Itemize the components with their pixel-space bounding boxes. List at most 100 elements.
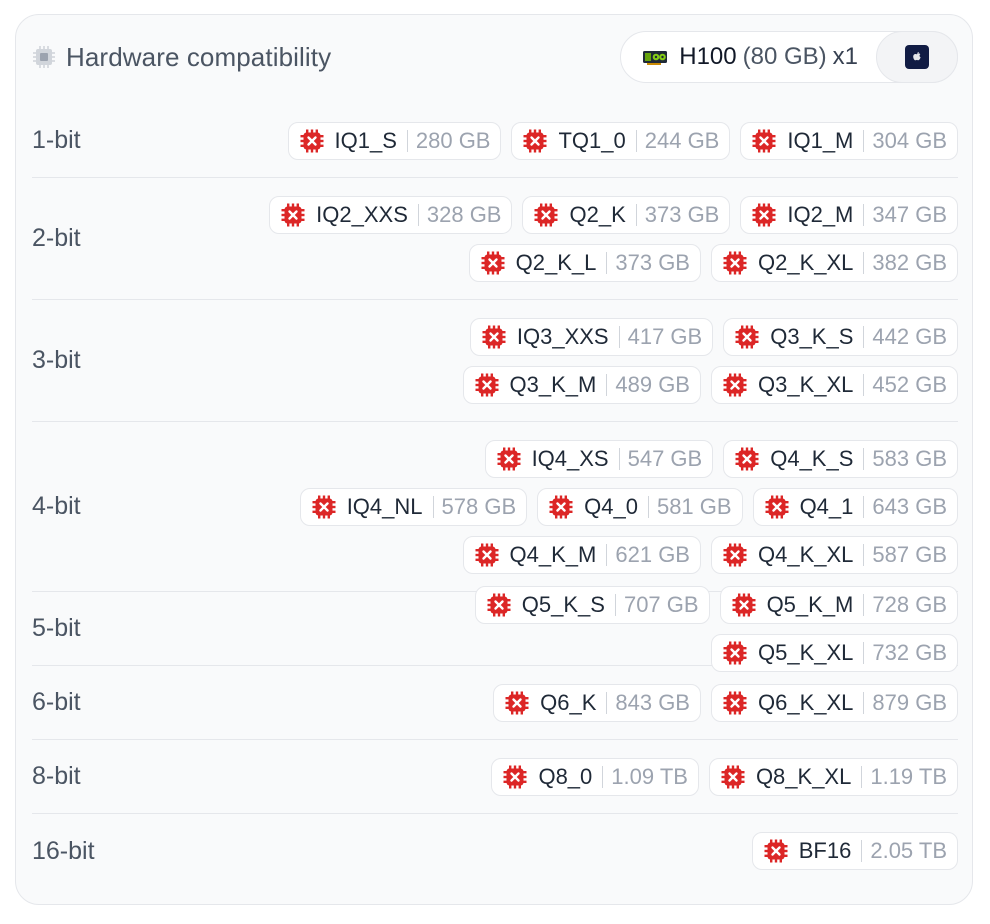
quant-badge[interactable]: IQ1_M 304 GB (740, 121, 958, 160)
incompatible-chip-icon (533, 202, 559, 228)
quant-name: IQ4_NL (346, 493, 423, 519)
quant-badge-list: Q8_0 1.09 TB Q8_K_XL 1.19 TB (491, 757, 958, 796)
quant-size: 643 GB (872, 493, 947, 519)
divider (861, 840, 863, 862)
incompatible-chip-icon (280, 202, 306, 228)
quant-size: 442 GB (872, 323, 947, 349)
quant-badge[interactable]: Q5_K_M 728 GB (719, 585, 958, 624)
divider (432, 495, 434, 518)
incompatible-chip-icon (720, 764, 746, 790)
quant-name: Q2_K_L (515, 249, 597, 275)
bit-label: 8-bit (32, 762, 81, 790)
divider (606, 691, 608, 714)
quant-badge[interactable]: Q8_0 1.09 TB (491, 757, 699, 796)
quant-badge[interactable]: Q4_0 581 GB (537, 487, 743, 526)
bit-label: 16-bit (32, 836, 95, 865)
incompatible-chip-icon (504, 690, 530, 716)
divider (863, 325, 865, 348)
title-group: Hardware compatibility (32, 42, 331, 73)
quant-size: 489 GB (615, 371, 690, 397)
quant-badge[interactable]: IQ4_NL 578 GB (299, 487, 528, 526)
quant-badge[interactable]: Q6_K 843 GB (493, 683, 701, 722)
quant-name: Q4_1 (799, 493, 854, 519)
quant-badge[interactable]: Q2_K_L 373 GB (468, 243, 701, 282)
quant-name: Q5_K_M (766, 591, 854, 617)
quant-name: IQ4_XS (531, 445, 609, 471)
card-title: Hardware compatibility (66, 41, 332, 72)
bit-label: 1-bit (32, 126, 81, 154)
incompatible-chip-icon (734, 446, 760, 472)
divider (406, 129, 408, 152)
quant-name: Q3_K_S (770, 323, 854, 349)
divider (863, 593, 865, 616)
bit-label: 2-bit (32, 224, 81, 252)
quant-size: 280 GB (415, 127, 491, 153)
quant-size: 373 GB (615, 249, 690, 275)
bit-label: 4-bit (32, 492, 81, 520)
quant-name: Q5_K_S (521, 591, 605, 617)
incompatible-chip-icon (722, 640, 748, 666)
quant-badge[interactable]: TQ1_0 244 GB (511, 121, 731, 160)
quant-badge[interactable]: Q4_1 643 GB (752, 487, 958, 526)
incompatible-chip-icon (763, 838, 789, 864)
quant-name: BF16 (798, 838, 852, 863)
divider (606, 543, 608, 566)
divider (861, 765, 863, 788)
quant-badge-list: Q5_K_S 707 GB Q5_K_M 728 GB Q5_K_XL 732 GB (258, 585, 958, 672)
incompatible-chip-icon (731, 592, 757, 618)
incompatible-chip-icon (548, 494, 574, 520)
quant-badge-list: IQ4_XS 547 GB Q4_K_S 583 GB IQ4_NL 578 GB Q4_0… (258, 439, 958, 574)
quant-badge-list: BF16 2.05 TB (751, 832, 958, 870)
apple-hardware-button[interactable] (876, 31, 958, 83)
quant-size: 2.05 TB (870, 838, 947, 863)
bit-row: 4-bit IQ4_XS 547 GB Q4_K_S 583 GB IQ4_NL 578 G… (32, 422, 958, 592)
quant-badge[interactable]: Q6_K_XL 879 GB (710, 683, 958, 722)
quant-badge[interactable]: Q4_K_XL 587 GB (710, 535, 958, 574)
quant-name: TQ1_0 (558, 127, 626, 153)
quant-badge[interactable]: IQ1_S 280 GB (287, 121, 502, 160)
quant-badge[interactable]: IQ3_XXS 417 GB (469, 317, 714, 356)
divider (863, 129, 865, 152)
quant-name: IQ3_XXS (516, 323, 609, 349)
quant-badge[interactable]: BF16 2.05 TB (751, 832, 958, 870)
incompatible-chip-icon (474, 372, 500, 398)
incompatible-chip-icon (299, 128, 325, 154)
quant-badge[interactable]: Q4_K_M 621 GB (462, 535, 701, 574)
quant-name: Q2_K_XL (757, 249, 854, 275)
incompatible-chip-icon (734, 324, 760, 350)
quant-badge[interactable]: Q3_K_XL 452 GB (710, 365, 958, 404)
quant-badge[interactable]: Q5_K_XL 732 GB (710, 633, 958, 672)
incompatible-chip-icon (311, 494, 337, 520)
bit-row: 6-bit Q6_K 843 GB Q6_K_XL 879 GB (32, 666, 958, 740)
bit-row: 2-bit IQ2_XXS 328 GB Q2_K 373 GB IQ2_M 347 GB Q… (32, 178, 958, 300)
incompatible-chip-icon (722, 690, 748, 716)
quantization-table: 1-bit IQ1_S 280 GB TQ1_0 244 GB IQ1_M 304 GB 2-… (32, 104, 958, 888)
quant-badge[interactable]: Q4_K_S 583 GB (723, 439, 958, 478)
quant-name: Q6_K_XL (757, 689, 854, 715)
divider (602, 765, 604, 788)
quant-badge[interactable]: Q2_K_XL 382 GB (710, 243, 958, 282)
quant-badge[interactable]: Q8_K_XL 1.19 TB (708, 757, 958, 796)
quant-badge[interactable]: Q5_K_S 707 GB (474, 585, 710, 624)
quant-name: Q2_K (569, 201, 626, 227)
divider (635, 203, 637, 226)
quant-badge[interactable]: Q3_K_S 442 GB (723, 317, 958, 356)
incompatible-chip-icon (481, 324, 507, 350)
quant-badge[interactable]: IQ4_XS 547 GB (484, 439, 714, 478)
quant-badge[interactable]: IQ2_M 347 GB (740, 195, 958, 234)
hardware-count: x1 (832, 43, 858, 70)
quant-size: 1.09 TB (611, 763, 688, 789)
bit-label: 5-bit (32, 614, 81, 642)
quant-name: IQ2_M (787, 201, 854, 227)
quant-badge[interactable]: Q2_K 373 GB (522, 195, 731, 234)
quant-name: Q4_K_XL (757, 541, 854, 567)
incompatible-chip-icon (486, 592, 512, 618)
divider (618, 325, 620, 348)
divider (863, 691, 865, 714)
quant-badge[interactable]: Q3_K_M 489 GB (462, 365, 701, 404)
incompatible-chip-icon (480, 250, 506, 276)
quant-name: Q8_0 (538, 763, 593, 789)
quant-badge[interactable]: IQ2_XXS 328 GB (269, 195, 513, 234)
card-header: Hardware compatibility H100 (80 GB) x1 (32, 30, 958, 84)
hardware-selector[interactable]: H100 (80 GB) x1 (620, 31, 958, 83)
